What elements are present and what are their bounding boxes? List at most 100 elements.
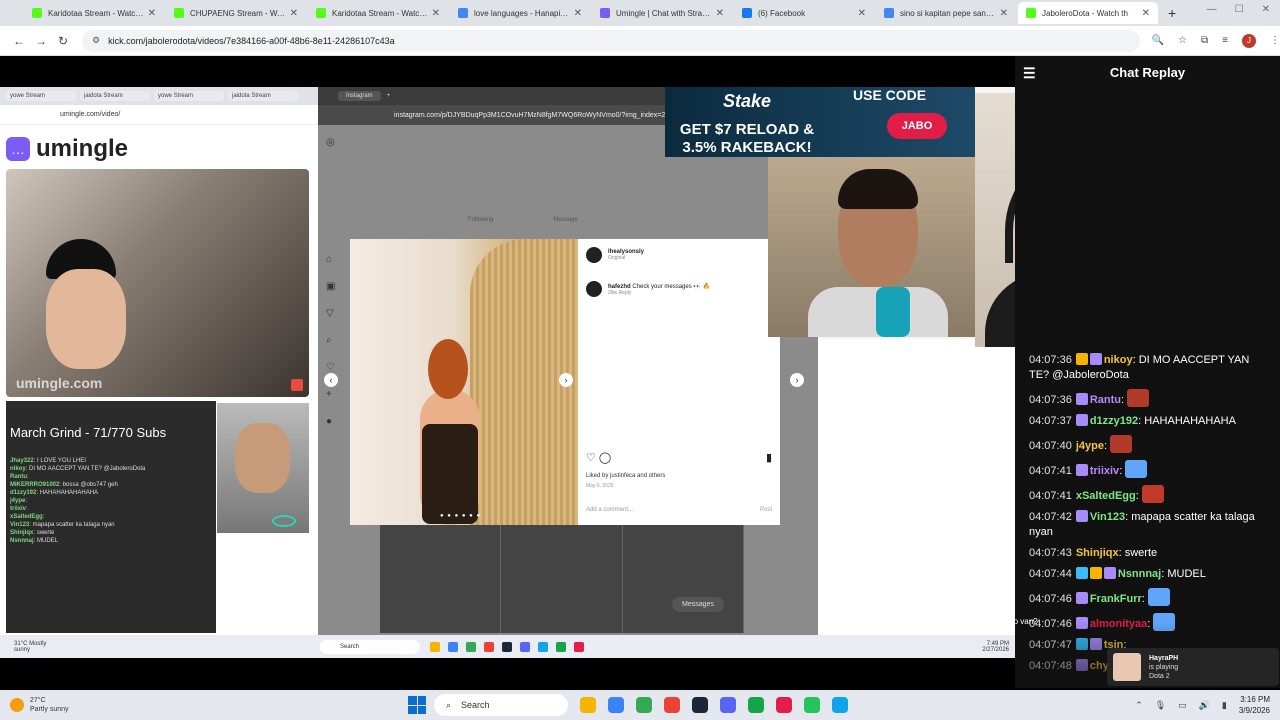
chat-text: MUDEL xyxy=(1167,568,1206,580)
battery-icon[interactable]: ▮ xyxy=(1222,700,1227,711)
chevron-up-icon[interactable]: ⌃ xyxy=(1135,700,1143,711)
site-info-icon[interactable]: ⚙ xyxy=(92,35,100,46)
chat-menu-icon[interactable]: ☰ xyxy=(1023,65,1036,82)
close-tab-icon[interactable]: ✕ xyxy=(858,8,866,19)
taskbar-search-label: Search xyxy=(461,700,490,710)
network-icon[interactable]: ▭ xyxy=(1178,700,1187,711)
browser-tab[interactable]: JaboleroDota - Watch th ✕ xyxy=(1018,2,1158,24)
bottle-shape xyxy=(876,287,910,337)
chat-message: 04:07:43 Shinjiqx: swerte xyxy=(1029,547,1158,559)
new-tab-button[interactable]: + xyxy=(1168,5,1176,21)
media-icon[interactable]: ≡ xyxy=(1222,35,1228,46)
menu-icon[interactable]: ⋮ xyxy=(1270,35,1280,46)
maximize-icon[interactable]: ☐ xyxy=(1235,4,1244,15)
taskbar-app-icon[interactable] xyxy=(608,697,624,713)
post-label: Post xyxy=(759,507,772,513)
tab-favicon-icon xyxy=(884,8,894,18)
tab-title: love languages - Hanapin sa xyxy=(474,8,570,18)
url-field[interactable]: ⚙ kick.com/jabolerodota/videos/7e384166-… xyxy=(82,29,1140,52)
taskbar-clock[interactable]: 3:16 PM 3/9/2026 xyxy=(1239,694,1270,716)
close-tab-icon[interactable]: ✕ xyxy=(290,8,298,19)
chat-username[interactable]: j4ype xyxy=(1076,440,1104,452)
badge-icon xyxy=(1089,567,1102,579)
browser-tab[interactable]: (6) Facebook ✕ xyxy=(734,2,874,24)
close-tab-icon[interactable]: ✕ xyxy=(148,8,156,19)
umingle-window: yowe Stream jaidota Stream yowe Stream jaid… xyxy=(0,87,318,635)
taskbar-app-icon[interactable] xyxy=(748,697,764,713)
sun-icon xyxy=(10,698,24,712)
comment: hafezhd Check your messages 👀 🔥 29w Reply xyxy=(586,281,772,297)
browser-tab[interactable]: love languages - Hanapin sa ✕ xyxy=(450,2,590,24)
emote-icon xyxy=(1147,588,1170,606)
bookmark-star-icon[interactable]: ☆ xyxy=(1178,35,1187,46)
chat-message: 04:07:42 Vin123: mapapa scatter ka talaga… xyxy=(1029,510,1255,538)
chat-username[interactable]: nikoy xyxy=(1104,354,1133,366)
avatar xyxy=(586,281,602,297)
chat-username[interactable]: Rantu xyxy=(1090,394,1121,406)
close-tab-icon[interactable]: ✕ xyxy=(716,8,724,19)
app-icon xyxy=(538,642,548,652)
taskbar-search[interactable]: ⌕ Search xyxy=(434,694,568,716)
mini-chat-list: Jhay322: I LOVE YOU LHEI nikoy: DI MO AAC… xyxy=(6,457,216,545)
chat-username[interactable]: Nsnnnaj xyxy=(1118,568,1161,580)
forward-icon[interactable]: → xyxy=(30,30,52,52)
chat-username[interactable]: xSaltedEgg xyxy=(1076,490,1136,502)
chat-username[interactable]: d1zzy192 xyxy=(1090,415,1138,427)
inner-tab: yowe Stream xyxy=(6,91,76,101)
minimize-icon[interactable]: — xyxy=(1207,4,1217,15)
chat-username[interactable]: Shinjiqx xyxy=(1076,547,1119,559)
close-tab-icon[interactable]: ✕ xyxy=(432,8,440,19)
report-icon[interactable] xyxy=(291,379,303,391)
volume-icon[interactable]: 🔊 xyxy=(1199,700,1210,711)
mini-chat-message: d1zzy192: HAHAHAHAHAHAHA xyxy=(10,490,99,496)
taskbar-app-icon[interactable] xyxy=(804,697,820,713)
chat-username[interactable]: Vin123 xyxy=(1090,511,1125,523)
browser-tab[interactable]: sino si kapitan pepe san gali ✕ xyxy=(876,2,1016,24)
close-tab-icon[interactable]: ✕ xyxy=(574,8,582,19)
back-icon[interactable]: ← xyxy=(8,30,30,52)
mic-icon[interactable]: 🎙 xyxy=(1155,700,1166,711)
search-icon: ⌕ xyxy=(446,699,452,710)
extensions-icon[interactable]: ⧉ xyxy=(1201,35,1208,46)
reels-icon: ▣ xyxy=(326,281,336,292)
taskbar-app-icon[interactable] xyxy=(832,697,848,713)
browser-tab[interactable]: CHUPAENG Stream - Watch ✕ xyxy=(166,2,306,24)
tab-title: JaboleroDota - Watch th xyxy=(1042,8,1128,18)
close-icon[interactable]: ✕ xyxy=(1262,4,1270,15)
chat-username[interactable]: triixiv xyxy=(1090,465,1119,477)
chat-timestamp: 04:07:36 xyxy=(1029,354,1072,366)
taskbar-app-icon[interactable] xyxy=(692,697,708,713)
taskbar-app-icon[interactable] xyxy=(636,697,652,713)
mini-chat-user: MIKERRRO91002 xyxy=(10,482,60,488)
emote-icon xyxy=(1110,435,1133,453)
browser-tab[interactable]: Karidotaa Stream - Watch Li ✕ xyxy=(24,2,164,24)
browser-tab[interactable]: Karidotaa Stream - Watch Li ✕ xyxy=(308,2,448,24)
chat-replay-panel: ☰ Chat Replay 04:07:36 nikoy: DI MO AACCE… xyxy=(1015,56,1280,688)
zoom-icon[interactable]: 🔍 xyxy=(1152,35,1164,46)
tab-title: Karidotaa Stream - Watch Li xyxy=(48,8,144,18)
mini-chat-user: xSaltedEgg xyxy=(10,514,43,520)
close-tab-icon[interactable]: ✕ xyxy=(1000,8,1008,19)
stream-video[interactable]: yowe Stream jaidota Stream yowe Stream jaid… xyxy=(0,87,1015,658)
weather-desc: Partly sunny xyxy=(30,706,69,713)
inner-tab: jaidota Stream xyxy=(80,91,150,101)
windows-start-icon[interactable] xyxy=(408,696,426,714)
message-label: Message xyxy=(553,217,578,223)
close-tab-icon[interactable]: ✕ xyxy=(1142,8,1150,19)
tab-favicon-icon xyxy=(1026,8,1036,18)
reload-icon[interactable]: ↻ xyxy=(52,30,74,52)
chat-username[interactable]: FrankFurr xyxy=(1090,593,1142,605)
weather-widget[interactable]: 27°C Partly sunny xyxy=(0,696,130,714)
tab-strip: Karidotaa Stream - Watch Li ✕ CHUPAENG Str… xyxy=(24,2,1160,24)
profile-avatar[interactable]: J xyxy=(1242,33,1256,48)
self-webcam xyxy=(217,403,309,533)
liked-by: Liked by justinfeca and others xyxy=(586,473,666,479)
now-playing-toast: HayraPH is playing Dota 2 xyxy=(1107,648,1279,686)
browser-tab[interactable]: Umingle | Chat with Strange ✕ xyxy=(592,2,732,24)
hair-shape xyxy=(838,169,918,209)
taskbar-app-icon[interactable] xyxy=(776,697,792,713)
taskbar-app-icon[interactable] xyxy=(664,697,680,713)
taskbar-app-icon[interactable] xyxy=(580,697,596,713)
add-comment-row: Add a comment... Post xyxy=(586,507,772,513)
taskbar-app-icon[interactable] xyxy=(720,697,736,713)
